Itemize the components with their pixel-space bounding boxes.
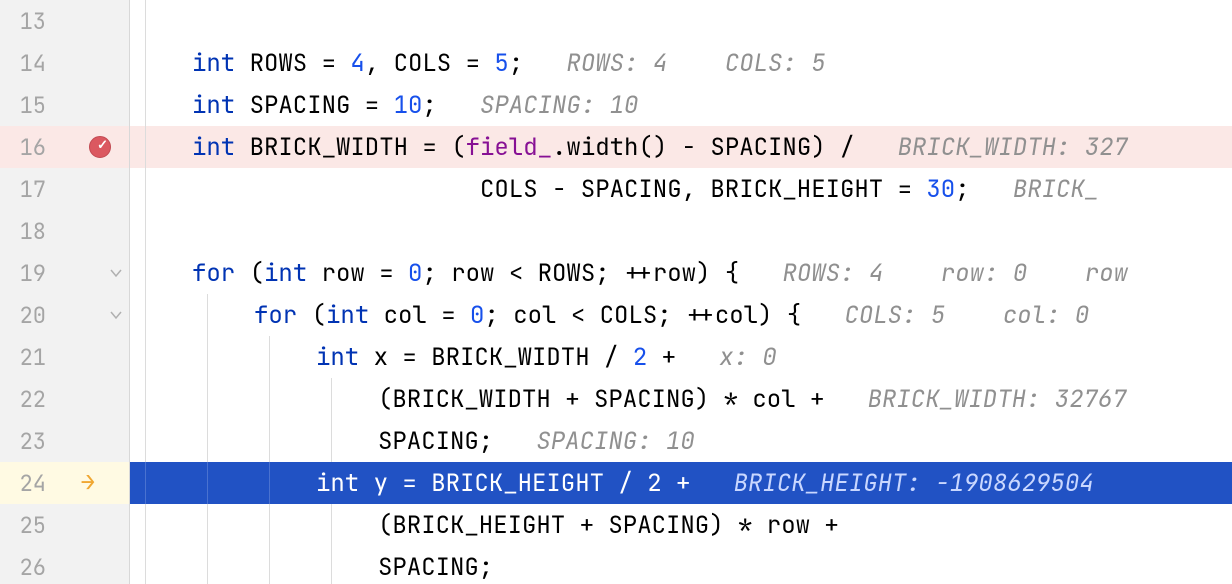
line-number: 14 — [0, 49, 50, 78]
breakpoint-icon[interactable] — [89, 136, 111, 158]
gutter-icons — [50, 84, 129, 126]
inline-hint: BRICK_WIDTH: 327 — [854, 132, 1128, 163]
indent — [130, 210, 192, 252]
inline-hint: SPACING: 10 — [493, 426, 695, 457]
line-number: 16 — [0, 133, 50, 162]
code-editor: 13 14 15 16 17 18 19 — [0, 0, 1232, 584]
indent — [130, 168, 480, 210]
code-line[interactable]: int SPACING = 10; SPACING: 10 — [130, 84, 1232, 126]
gutter-row[interactable]: 26 — [0, 546, 129, 584]
code-line[interactable]: int BRICK_WIDTH = (field_.width() - SPAC… — [130, 126, 1232, 168]
indent — [130, 84, 192, 126]
code-text: int y = BRICK_HEIGHT / 2 + BRICK_HEIGHT:… — [316, 468, 1094, 499]
code-text: SPACING; SPACING: 10 — [378, 426, 695, 457]
gutter-row[interactable]: 13 — [0, 0, 129, 42]
indent — [130, 252, 192, 294]
code-line[interactable]: SPACING; SPACING: 10 — [130, 420, 1232, 462]
gutter-row[interactable]: 14 — [0, 42, 129, 84]
code-text: SPACING; — [378, 552, 493, 583]
inline-hint: ROWS: 4 row: 0 row — [739, 258, 1128, 289]
line-number: 23 — [0, 427, 50, 456]
gutter-row[interactable]: 22 — [0, 378, 129, 420]
line-number: 21 — [0, 343, 50, 372]
fold-icon[interactable] — [107, 264, 125, 282]
line-number: 15 — [0, 91, 50, 120]
gutter-row[interactable]: 25 — [0, 504, 129, 546]
inline-hint: COLS: 5 col: 0 — [801, 300, 1089, 331]
gutter-row[interactable]: 21 — [0, 336, 129, 378]
line-number: 17 — [0, 175, 50, 204]
code-line[interactable] — [130, 0, 1232, 42]
execution-point-icon: → — [81, 471, 95, 495]
code-line[interactable]: int x = BRICK_WIDTH / 2 + x: 0 — [130, 336, 1232, 378]
gutter-row[interactable]: 15 — [0, 84, 129, 126]
line-number: 18 — [0, 217, 50, 246]
inline-hint: x: 0 — [676, 342, 777, 373]
code-line[interactable]: for (int row = 0; row < ROWS; ++row) { R… — [130, 252, 1232, 294]
code-line[interactable]: SPACING; — [130, 546, 1232, 584]
inline-hint: SPACING: 10 — [437, 90, 639, 121]
indent — [130, 126, 192, 168]
gutter-row[interactable]: 24 → — [0, 462, 129, 504]
inline-hint: BRICK_WIDTH: 32767 — [824, 384, 1126, 415]
gutter-row[interactable]: 18 — [0, 210, 129, 252]
gutter-icons — [50, 546, 129, 584]
gutter-icons — [50, 42, 129, 84]
line-number: 24 — [0, 469, 50, 498]
gutter-icons — [50, 210, 129, 252]
gutter-icons — [50, 252, 129, 294]
line-number: 22 — [0, 385, 50, 414]
gutter-icons — [50, 168, 129, 210]
code-text: int BRICK_WIDTH = (field_.width() - SPAC… — [192, 132, 1128, 163]
gutter-row[interactable]: 19 — [0, 252, 129, 294]
code-line[interactable]: (BRICK_WIDTH + SPACING) * col + BRICK_WI… — [130, 378, 1232, 420]
code-text: int x = BRICK_WIDTH / 2 + x: 0 — [316, 342, 777, 373]
gutter-icons — [50, 126, 129, 168]
code-text: int SPACING = 10; SPACING: 10 — [192, 90, 638, 121]
line-number: 25 — [0, 511, 50, 540]
code-line[interactable]: int ROWS = 4, COLS = 5; ROWS: 4 COLS: 5 — [130, 42, 1232, 84]
code-line-current-execution[interactable]: int y = BRICK_HEIGHT / 2 + BRICK_HEIGHT:… — [130, 462, 1232, 504]
line-number: 19 — [0, 259, 50, 288]
code-text: int ROWS = 4, COLS = 5; ROWS: 4 COLS: 5 — [192, 48, 826, 79]
indent — [130, 462, 316, 504]
code-text: (BRICK_WIDTH + SPACING) * col + BRICK_WI… — [378, 384, 1127, 415]
indent — [130, 42, 192, 84]
indent — [130, 336, 316, 378]
gutter-icons — [50, 294, 129, 336]
fold-icon[interactable] — [107, 306, 125, 324]
code-text: (BRICK_HEIGHT + SPACING) * row + — [378, 510, 839, 541]
code-area[interactable]: int ROWS = 4, COLS = 5; ROWS: 4 COLS: 5 … — [130, 0, 1232, 584]
inline-hint: BRICK_HEIGHT: -1908629504 — [690, 468, 1093, 499]
inline-hint: BRICK_ — [970, 174, 1100, 205]
indent — [130, 0, 192, 42]
gutter-icons — [50, 504, 129, 546]
code-line[interactable]: COLS - SPACING, BRICK_HEIGHT = 30; BRICK… — [130, 168, 1232, 210]
gutter-icons — [50, 378, 129, 420]
code-text: for (int col = 0; col < COLS; ++col) { C… — [254, 300, 1089, 331]
indent — [130, 420, 378, 462]
indent — [130, 504, 378, 546]
code-line[interactable] — [130, 210, 1232, 252]
gutter-row[interactable]: 17 — [0, 168, 129, 210]
indent — [130, 378, 378, 420]
inline-hint: ROWS: 4 COLS: 5 — [523, 48, 825, 79]
gutter-icons — [50, 336, 129, 378]
indent — [130, 546, 378, 584]
gutter-row[interactable]: 16 — [0, 126, 129, 168]
line-number: 20 — [0, 301, 50, 330]
gutter-row[interactable]: 23 — [0, 420, 129, 462]
line-number: 26 — [0, 553, 50, 582]
code-line[interactable]: for (int col = 0; col < COLS; ++col) { C… — [130, 294, 1232, 336]
gutter-icons — [50, 420, 129, 462]
line-number: 13 — [0, 7, 50, 36]
gutter-row[interactable]: 20 — [0, 294, 129, 336]
gutter-icons — [50, 0, 129, 42]
gutter: 13 14 15 16 17 18 19 — [0, 0, 130, 584]
code-line[interactable]: (BRICK_HEIGHT + SPACING) * row + — [130, 504, 1232, 546]
code-text: COLS - SPACING, BRICK_HEIGHT = 30; BRICK… — [480, 174, 1099, 205]
gutter-icons: → — [50, 462, 129, 504]
indent — [130, 294, 254, 336]
code-text: for (int row = 0; row < ROWS; ++row) { R… — [192, 258, 1128, 289]
